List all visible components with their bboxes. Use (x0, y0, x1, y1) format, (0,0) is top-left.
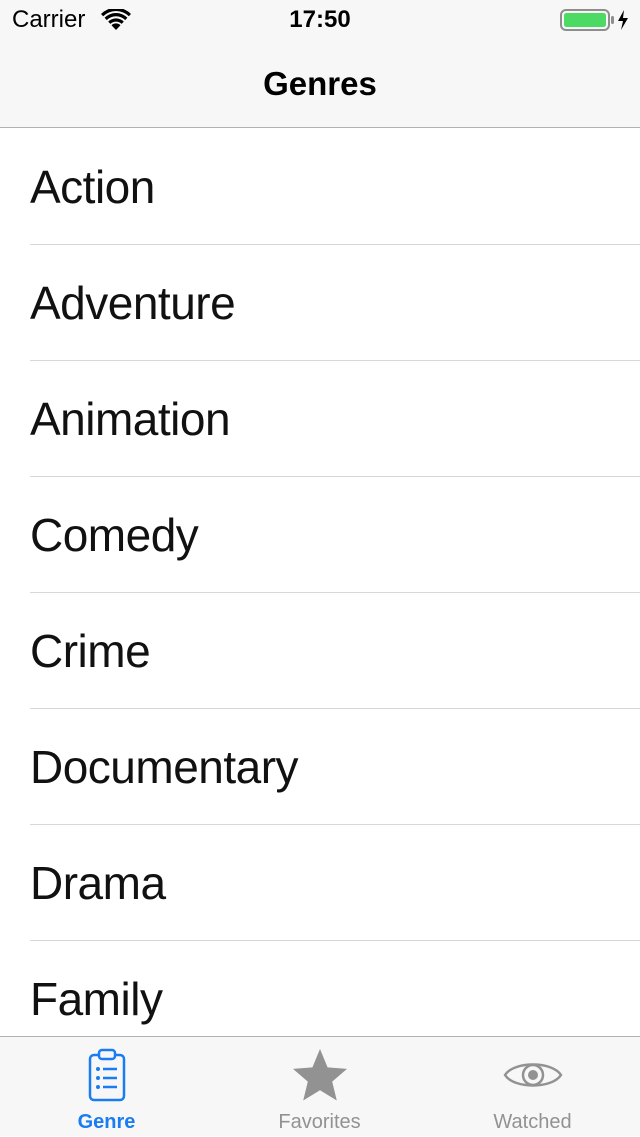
genre-label: Family (30, 973, 163, 1025)
genre-label: Documentary (30, 741, 299, 793)
genre-label: Comedy (30, 509, 199, 561)
star-icon (292, 1049, 347, 1101)
battery-charging-icon (560, 9, 628, 31)
genre-row-crime[interactable]: Crime (0, 593, 640, 709)
tab-watched[interactable]: Watched (426, 1037, 639, 1137)
tab-bar: Genre Favorites Watched (0, 1036, 640, 1136)
genre-row-family[interactable]: Family (0, 941, 640, 1036)
genre-label: Crime (30, 625, 151, 677)
tab-label: Watched (493, 1111, 572, 1133)
genre-label: Drama (30, 857, 166, 909)
genre-list[interactable]: Action Adventure Animation Comedy Crime … (0, 129, 640, 1036)
tab-genre[interactable]: Genre (0, 1037, 213, 1137)
navigation-bar: Genres (0, 40, 640, 128)
genre-row-documentary[interactable]: Documentary (0, 709, 640, 825)
tab-label: Genre (77, 1111, 136, 1133)
genre-row-action[interactable]: Action (0, 129, 640, 245)
genre-label: Adventure (30, 277, 236, 329)
tab-label: Favorites (278, 1111, 361, 1133)
status-time: 17:50 (289, 6, 351, 33)
page-title: Genres (263, 65, 377, 102)
genre-row-comedy[interactable]: Comedy (0, 477, 640, 593)
status-bar: Carrier 17:50 (0, 0, 640, 40)
genre-row-drama[interactable]: Drama (0, 825, 640, 941)
genre-label: Action (30, 161, 155, 213)
eye-icon (503, 1063, 562, 1087)
genre-label: Animation (30, 393, 231, 445)
genre-row-adventure[interactable]: Adventure (0, 245, 640, 361)
clipboard-list-icon (88, 1048, 125, 1102)
tab-favorites[interactable]: Favorites (213, 1037, 426, 1137)
genre-row-animation[interactable]: Animation (0, 361, 640, 477)
